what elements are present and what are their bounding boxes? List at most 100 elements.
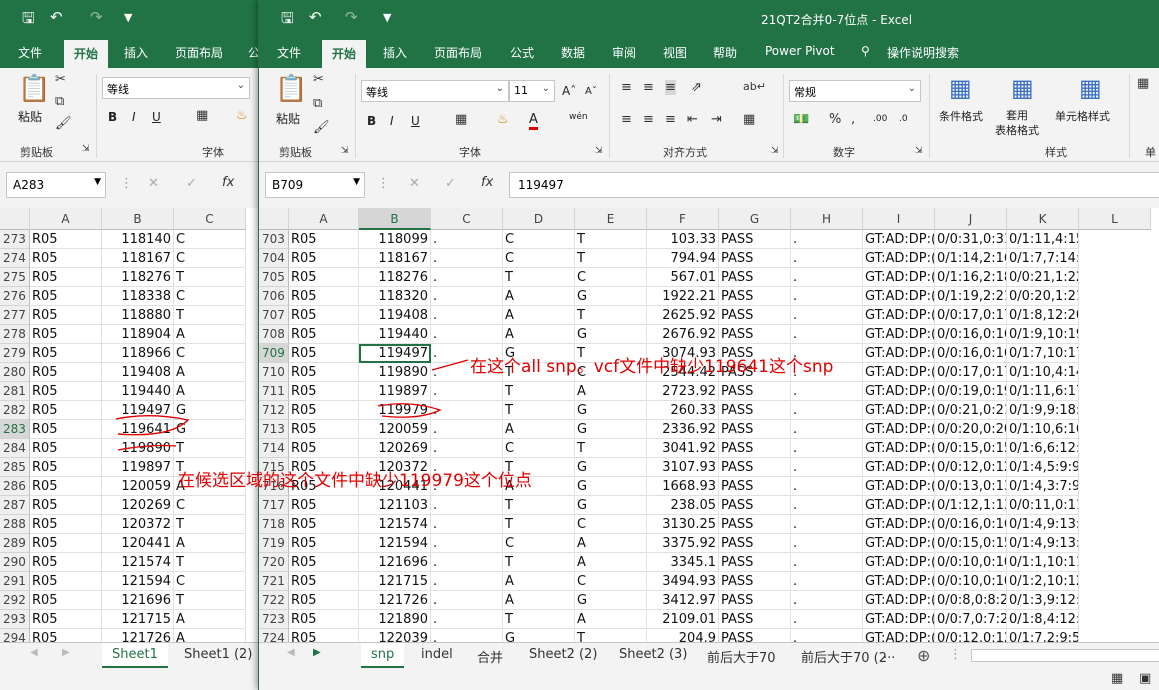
sheet-tab-snp[interactable]: snp (361, 643, 405, 668)
table-cell[interactable]: 0/1:4,3:7:99:114,0,159 (1007, 477, 1079, 496)
table-cell[interactable]: 0/0:21,1:22:21:0,21,977 (1007, 268, 1079, 287)
row-header[interactable]: 282 (0, 401, 30, 420)
table-cell[interactable]: . (791, 382, 863, 401)
sheet-tab-sheet2-2[interactable]: Sheet2 (2) (519, 643, 607, 668)
table-cell[interactable]: 120269 (102, 496, 174, 515)
table-cell[interactable]: T (503, 496, 575, 515)
select-all-corner[interactable] (259, 208, 289, 230)
column-header-i[interactable]: I (863, 208, 935, 230)
table-cell[interactable]: C (503, 534, 575, 553)
tab-help[interactable]: 帮助 (713, 44, 737, 61)
table-cell[interactable]: 119408 (102, 363, 174, 382)
table-cell[interactable]: R05 (289, 382, 359, 401)
table-cell[interactable]: . (791, 287, 863, 306)
row-header[interactable]: 285 (0, 458, 30, 477)
table-cell[interactable]: R05 (30, 344, 102, 363)
table-cell[interactable]: G (575, 401, 647, 420)
table-cell[interactable]: A (503, 591, 575, 610)
table-cell[interactable]: 3345.1 (647, 553, 719, 572)
table-cell[interactable]: PASS (719, 515, 791, 534)
table-cell[interactable]: GT:AD:DP:( (863, 344, 935, 363)
row-header[interactable]: 293 (0, 610, 30, 629)
table-cell[interactable]: T (174, 591, 246, 610)
table-cell[interactable]: . (431, 515, 503, 534)
table-cell[interactable]: R05 (289, 515, 359, 534)
table-cell[interactable]: R05 (289, 401, 359, 420)
tab-page-layout[interactable]: 页面布局 (434, 44, 482, 61)
table-cell[interactable]: T (174, 306, 246, 325)
table-cell[interactable]: 0/1:9,10:19:99:332,0,319 (1007, 325, 1079, 344)
tab-power-pivot[interactable]: Power Pivot (765, 44, 835, 58)
orientation-icon[interactable]: ⇗ (691, 80, 702, 95)
row-header[interactable]: 712 (259, 401, 289, 420)
font-name-combo[interactable]: 等线 ⌄ (102, 77, 250, 99)
bold-button[interactable]: B (367, 114, 376, 128)
tell-me-search[interactable]: 操作说明搜索 (887, 44, 959, 61)
table-cell[interactable]: R05 (289, 496, 359, 515)
borders-icon[interactable]: ▦ (196, 108, 208, 123)
table-cell[interactable]: R05 (30, 306, 102, 325)
table-cell[interactable]: PASS (719, 306, 791, 325)
next-sheet-icon[interactable]: ▶ (313, 647, 321, 658)
table-cell[interactable]: A (174, 382, 246, 401)
table-cell[interactable]: T (174, 515, 246, 534)
row-header[interactable]: 290 (0, 553, 30, 572)
row-header[interactable]: 710 (259, 363, 289, 382)
row-header[interactable]: 713 (259, 420, 289, 439)
table-cell[interactable]: PASS (719, 477, 791, 496)
table-cell[interactable]: R05 (30, 610, 102, 629)
add-sheet-icon[interactable]: ⊕ (917, 646, 930, 665)
prev-sheet-icon[interactable]: ◀ (30, 647, 38, 658)
table-cell[interactable]: 121890 (359, 610, 431, 629)
table-cell[interactable]: 0/0:31,0:31 (935, 230, 1007, 249)
table-cell[interactable]: 0/1:12,1:13 (935, 496, 1007, 515)
row-header[interactable]: 288 (0, 515, 30, 534)
table-cell[interactable]: GT:AD:DP:( (863, 591, 935, 610)
table-cell[interactable]: GT:AD:DP:( (863, 420, 935, 439)
table-cell[interactable]: 118966 (102, 344, 174, 363)
table-cell[interactable]: C (174, 230, 246, 249)
undo-icon[interactable]: ↶ (309, 8, 322, 26)
row-header[interactable]: 279 (0, 344, 30, 363)
table-cell[interactable]: C (174, 496, 246, 515)
conditional-format-button[interactable]: 条件格式 (939, 108, 983, 124)
table-cell[interactable]: 0/0:17,0:17 (935, 306, 1007, 325)
table-cell[interactable]: T (575, 249, 647, 268)
table-cell[interactable]: 0/0:20,1:21:18:0,18,786 (1007, 287, 1079, 306)
enter-icon[interactable]: ✓ (445, 176, 456, 191)
clipboard-launcher-icon[interactable]: ⇲ (82, 144, 90, 154)
table-cell[interactable]: 3107.93 (647, 458, 719, 477)
table-cell[interactable]: 238.05 (647, 496, 719, 515)
table-cell[interactable]: . (791, 268, 863, 287)
table-cell[interactable]: 3412.97 (647, 591, 719, 610)
row-header[interactable]: 709 (259, 344, 289, 363)
table-cell[interactable]: 2625.92 (647, 306, 719, 325)
table-cell[interactable]: GT:AD:DP:( (863, 382, 935, 401)
tab-insert[interactable]: 插入 (124, 44, 148, 61)
table-cell[interactable]: . (431, 439, 503, 458)
table-cell[interactable]: 121696 (102, 591, 174, 610)
table-cell[interactable]: R05 (289, 344, 359, 363)
table-cell[interactable]: . (791, 325, 863, 344)
table-cell[interactable]: 0/0:13,0:13 (935, 477, 1007, 496)
cell-styles-button[interactable]: 单元格样式 (1055, 108, 1110, 124)
table-cell[interactable]: GT:AD:DP:( (863, 458, 935, 477)
table-cell[interactable]: 119641 (102, 420, 174, 439)
row-header[interactable]: 703 (259, 230, 289, 249)
row-header[interactable]: 714 (259, 439, 289, 458)
table-cell[interactable]: 121594 (359, 534, 431, 553)
table-cell[interactable]: . (431, 325, 503, 344)
align-right-icon[interactable]: ≡ (665, 112, 676, 127)
table-cell[interactable]: A (575, 382, 647, 401)
tab-file[interactable]: 文件 (277, 44, 301, 61)
wrap-text-icon[interactable]: ab↵ (743, 80, 766, 93)
table-cell[interactable]: 121103 (359, 496, 431, 515)
number-format-combo[interactable]: 常规 ⌄ (789, 80, 921, 102)
table-cell[interactable]: 119440 (102, 382, 174, 401)
italic-button[interactable]: I (132, 110, 136, 124)
tab-formulas[interactable]: 公式 (510, 44, 534, 61)
fill-color-icon[interactable]: ♨ (497, 112, 509, 127)
table-cell[interactable]: . (431, 591, 503, 610)
clipboard-launcher-icon[interactable]: ⇲ (341, 146, 349, 156)
table-cell[interactable]: 0/0:16,0:16 (935, 325, 1007, 344)
